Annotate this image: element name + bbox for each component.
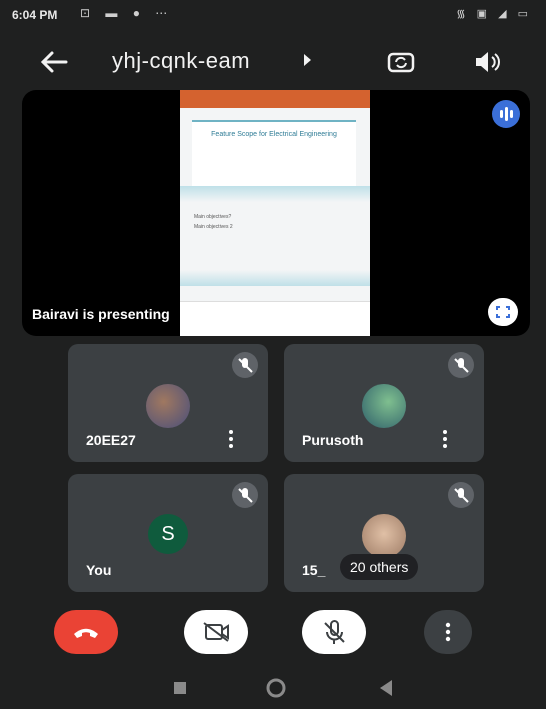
system-navigation-bar (0, 672, 546, 704)
mic-off-icon (232, 352, 258, 378)
shared-footer (180, 301, 370, 336)
back-nav-icon[interactable] (380, 680, 392, 696)
self-tile[interactable]: S You (68, 474, 268, 592)
recent-apps-icon[interactable] (174, 682, 186, 694)
avatar (146, 384, 190, 428)
shared-screen: Feature Scope for Electrical Engineering… (180, 90, 370, 336)
mic-toggle-button[interactable] (302, 610, 366, 654)
notification-icons: ⊡ ▬ ● ⋯ (80, 6, 174, 20)
camera-off-icon (203, 622, 229, 642)
back-arrow-icon[interactable] (36, 48, 72, 76)
participant-name: 15_ (302, 562, 326, 578)
avatar (362, 514, 406, 558)
presentation-stage[interactable]: Feature Scope for Electrical Engineering… (22, 90, 530, 336)
participant-tile[interactable]: Purusoth (284, 344, 484, 462)
more-options-button[interactable] (424, 610, 472, 654)
slide-divider (180, 186, 370, 202)
home-icon[interactable] (266, 678, 286, 698)
speaking-indicator-icon (492, 100, 520, 128)
fullscreen-button[interactable] (488, 298, 518, 326)
more-options-icon[interactable] (228, 430, 234, 448)
mic-off-icon (232, 482, 258, 508)
slide-divider (180, 270, 370, 286)
slide-line: Main objectives 2 (194, 224, 233, 230)
slide-line: Main objectives? (194, 214, 232, 220)
mic-off-icon (324, 620, 345, 644)
participant-name: You (86, 562, 112, 578)
more-options-icon[interactable] (442, 430, 448, 448)
participant-name: 20EE27 (86, 432, 136, 448)
participant-name: Purusoth (302, 432, 364, 448)
switch-camera-icon[interactable] (384, 46, 418, 78)
presenter-label: Bairavi is presenting (32, 306, 170, 322)
participant-tile[interactable]: 15_ 20 others (284, 474, 484, 592)
status-bar: 6:04 PM ⊡ ▬ ● ⋯ ᯾ ▣ ◢ ▭ (0, 0, 546, 28)
mic-off-icon (448, 352, 474, 378)
meeting-header: yhj-cqnk-eam (0, 40, 546, 84)
camera-toggle-button[interactable] (184, 610, 248, 654)
meeting-code[interactable]: yhj-cqnk-eam (112, 48, 250, 74)
speaker-icon[interactable] (470, 46, 504, 78)
shared-slide: Feature Scope for Electrical Engineering (192, 120, 356, 186)
meeting-info-caret-icon[interactable] (304, 54, 311, 66)
end-call-button[interactable] (54, 610, 118, 654)
system-icons: ᯾ ▣ ◢ ▭ (456, 8, 532, 20)
avatar (362, 384, 406, 428)
others-count-badge[interactable]: 20 others (340, 554, 419, 580)
slide-title: Feature Scope for Electrical Engineering (211, 131, 337, 138)
avatar-initial: S (148, 514, 188, 554)
more-vert-icon (445, 622, 451, 642)
participant-tile[interactable]: 20EE27 (68, 344, 268, 462)
shared-app-bar (180, 90, 370, 108)
mic-off-icon (448, 482, 474, 508)
status-time: 6:04 PM (12, 8, 58, 22)
